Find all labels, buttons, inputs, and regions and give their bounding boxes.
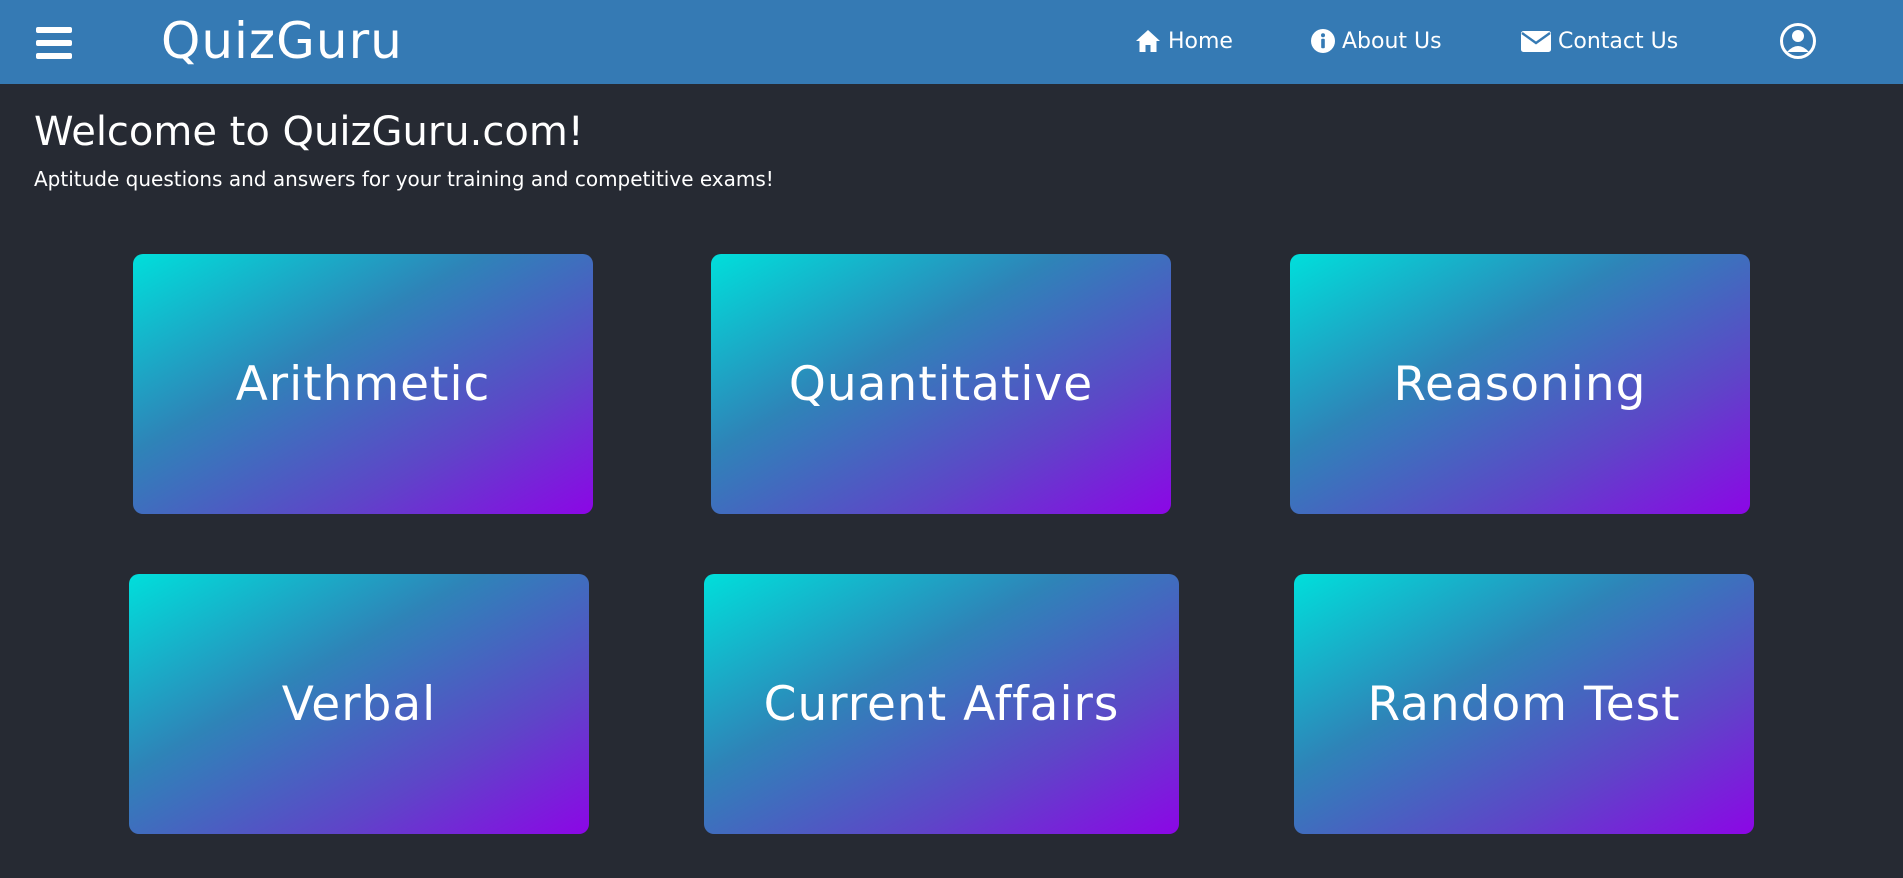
- category-label: Verbal: [281, 676, 437, 732]
- top-navbar: QuizGuru Home About Us Contact Us: [0, 0, 1903, 84]
- home-icon: [1136, 30, 1160, 52]
- category-card-random-test[interactable]: Random Test: [1294, 574, 1754, 834]
- category-card-arithmetic[interactable]: Arithmetic: [133, 254, 593, 514]
- nav-home-label: Home: [1168, 28, 1233, 54]
- category-card-quantitative[interactable]: Quantitative: [711, 254, 1171, 514]
- category-label: Reasoning: [1393, 356, 1647, 412]
- envelope-icon: [1521, 31, 1551, 52]
- category-card-reasoning[interactable]: Reasoning: [1290, 254, 1750, 514]
- category-label: Quantitative: [788, 356, 1094, 412]
- page-title: Welcome to QuizGuru.com!: [34, 109, 584, 155]
- category-label: Arithmetic: [235, 356, 491, 412]
- page-subtitle: Aptitude questions and answers for your …: [34, 167, 774, 191]
- nav-about-label: About Us: [1342, 28, 1442, 54]
- brand-logo[interactable]: QuizGuru: [161, 12, 403, 70]
- hamburger-menu-icon[interactable]: [36, 27, 72, 59]
- category-card-current-affairs[interactable]: Current Affairs: [704, 574, 1179, 834]
- nav-about-link[interactable]: About Us: [1311, 24, 1442, 58]
- nav-contact-link[interactable]: Contact Us: [1521, 24, 1678, 58]
- category-label: Current Affairs: [763, 676, 1120, 732]
- info-icon: [1311, 29, 1335, 53]
- category-card-verbal[interactable]: Verbal: [129, 574, 589, 834]
- nav-home-link[interactable]: Home: [1135, 24, 1233, 58]
- nav-contact-label: Contact Us: [1558, 28, 1679, 54]
- category-label: Random Test: [1367, 676, 1681, 732]
- user-circle-icon[interactable]: [1779, 22, 1817, 60]
